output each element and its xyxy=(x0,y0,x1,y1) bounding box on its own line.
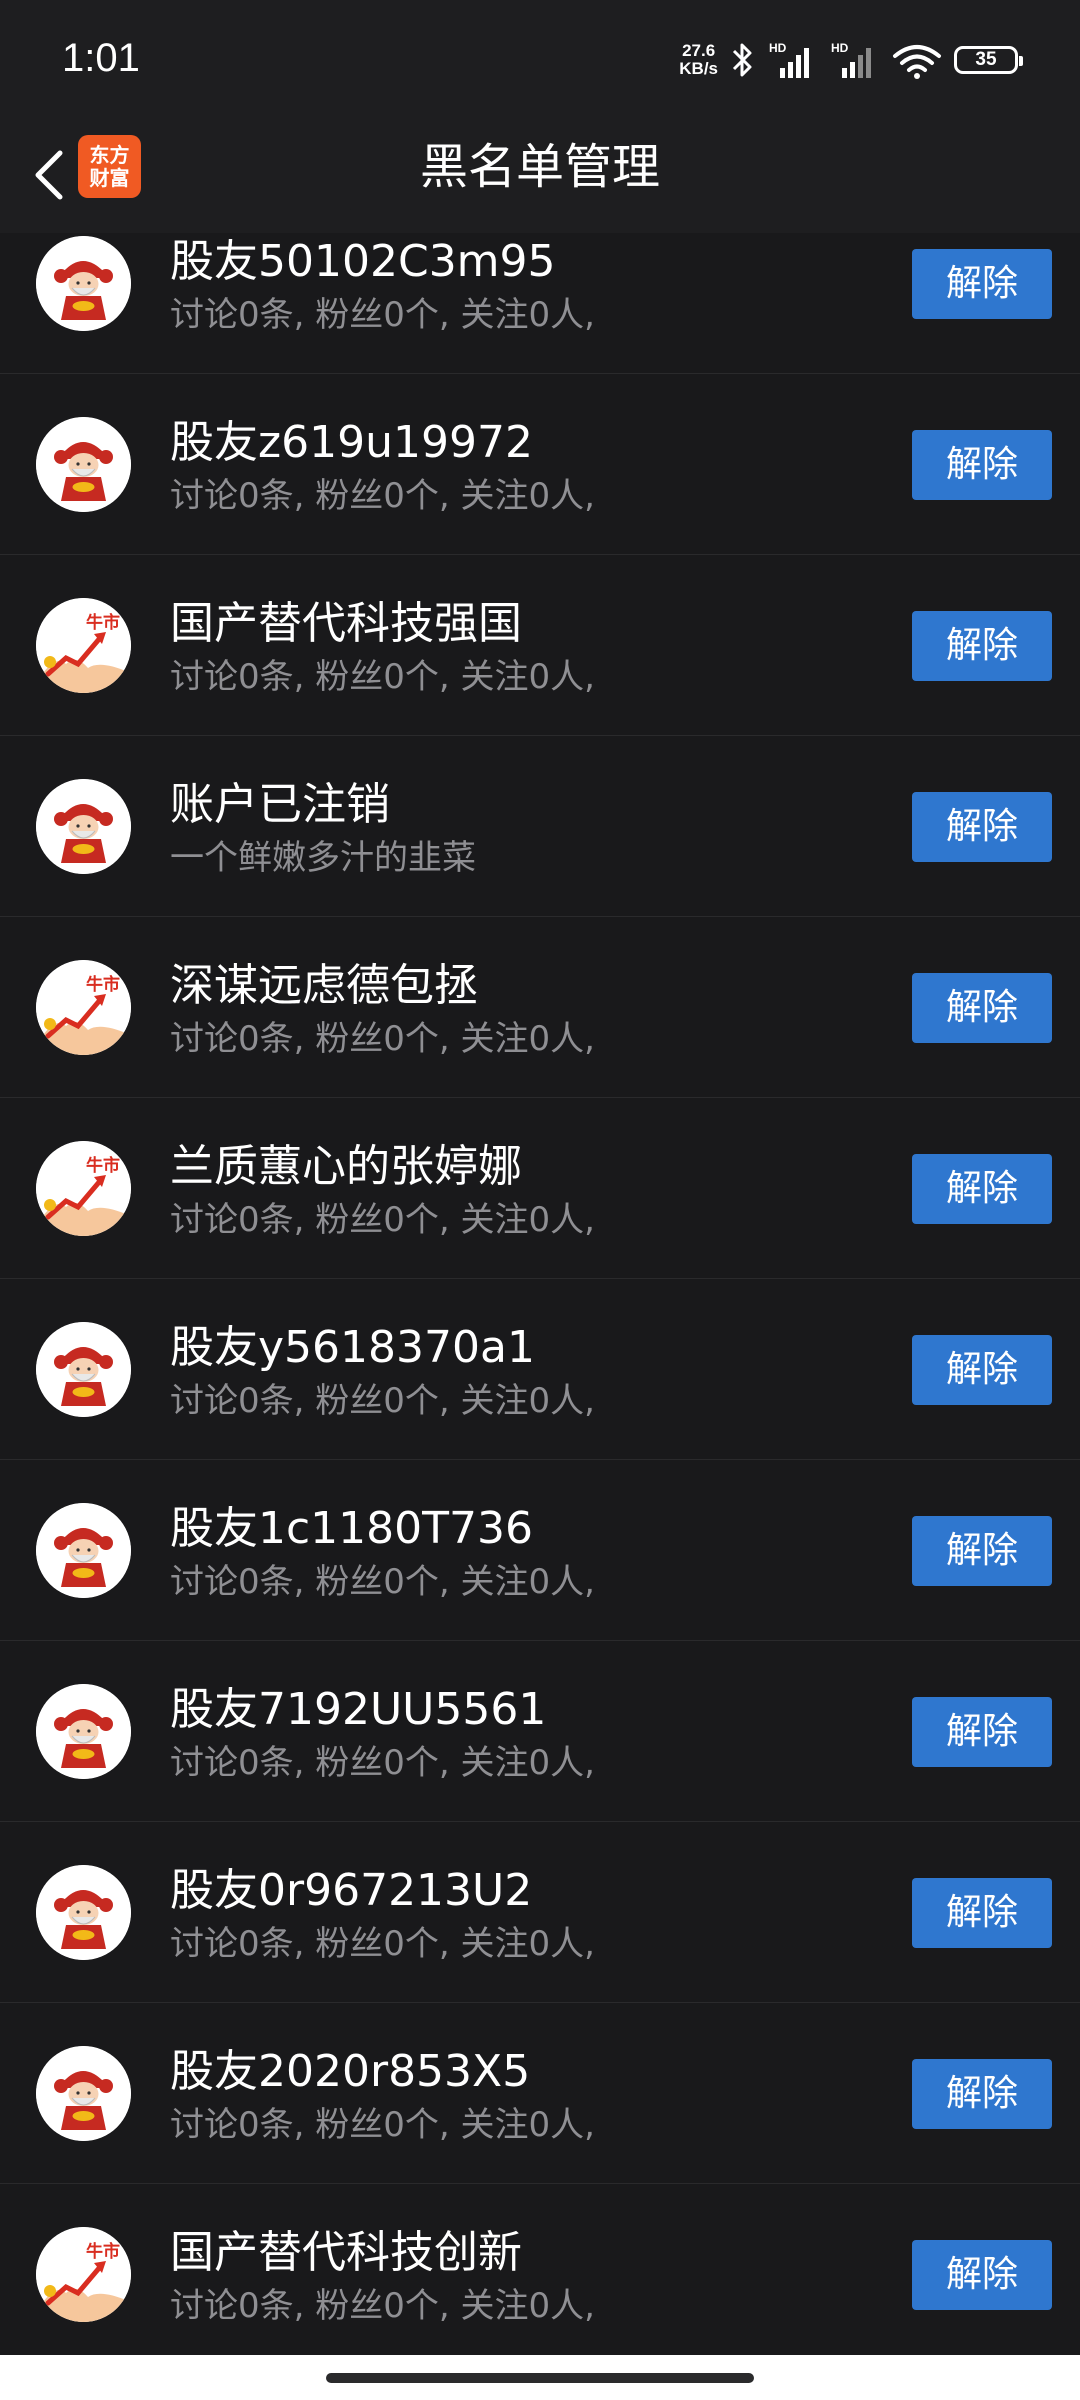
list-item: 股友2020r853X5 讨论0条, 粉丝0个, 关注0人, 解除 xyxy=(0,2003,1080,2184)
user-name[interactable]: 股友z619u19972 xyxy=(170,416,533,470)
network-speed-value: 27.6 xyxy=(682,41,716,60)
user-name[interactable]: 深谋远虑德包拯 xyxy=(170,959,478,1013)
user-name[interactable]: 股友0r967213U2 xyxy=(170,1864,532,1918)
network-speed-unit: KB/s xyxy=(679,59,718,78)
list-item: 牛市 国产替代科技强国 讨论0条, 粉丝0个, 关注0人, 解除 xyxy=(0,555,1080,736)
signal-hd-icon: HD xyxy=(830,40,880,80)
app-logo-line2: 财富 xyxy=(89,165,130,190)
app-logo-line1: 东方 xyxy=(89,142,130,167)
user-stats: 讨论0条, 粉丝0个, 关注0人, xyxy=(170,1019,595,1059)
network-speed: 27.6 KB/s xyxy=(679,42,718,78)
status-time: 1:01 xyxy=(62,36,140,80)
list-item: 股友1c1180T736 讨论0条, 粉丝0个, 关注0人, 解除 xyxy=(0,1460,1080,1641)
unblock-button[interactable]: 解除 xyxy=(912,1154,1052,1224)
user-name[interactable]: 国产替代科技创新 xyxy=(170,2226,522,2280)
unblock-button[interactable]: 解除 xyxy=(912,2059,1052,2129)
user-stats: 讨论0条, 粉丝0个, 关注0人, xyxy=(170,2286,595,2326)
page-title: 黑名单管理 xyxy=(419,139,660,195)
unblock-button[interactable]: 解除 xyxy=(912,1697,1052,1767)
wifi-icon xyxy=(892,40,942,80)
fortune-god-avatar[interactable] xyxy=(36,779,131,874)
header: 黑名单管理 东方 财富 xyxy=(0,125,1080,233)
battery-icon: 35 xyxy=(954,46,1023,74)
list-item: 牛市 深谋远虑德包拯 讨论0条, 粉丝0个, 关注0人, 解除 xyxy=(0,917,1080,1098)
user-name[interactable]: 股友1c1180T736 xyxy=(170,1502,533,1556)
user-name[interactable]: 股友2020r853X5 xyxy=(170,2045,530,2099)
user-stats: 讨论0条, 粉丝0个, 关注0人, xyxy=(170,2105,595,2145)
unblock-button[interactable]: 解除 xyxy=(912,249,1052,319)
fortune-god-avatar[interactable] xyxy=(36,1322,131,1417)
list-item: 账户已注销 一个鲜嫩多汁的韭菜 解除 xyxy=(0,736,1080,917)
user-name[interactable]: 国产替代科技强国 xyxy=(170,597,522,651)
svg-text:牛市: 牛市 xyxy=(86,974,120,995)
bull-market-avatar[interactable]: 牛市 xyxy=(36,2227,131,2322)
bull-market-avatar[interactable]: 牛市 xyxy=(36,598,131,693)
user-stats: 讨论0条, 粉丝0个, 关注0人, xyxy=(170,295,595,335)
user-stats: 讨论0条, 粉丝0个, 关注0人, xyxy=(170,1743,595,1783)
app-logo: 东方 财富 xyxy=(78,135,141,198)
unblock-button[interactable]: 解除 xyxy=(912,973,1052,1043)
unblock-button[interactable]: 解除 xyxy=(912,1516,1052,1586)
user-name[interactable]: 股友7192UU5561 xyxy=(170,1683,546,1737)
fortune-god-avatar[interactable] xyxy=(36,236,131,331)
user-stats: 讨论0条, 粉丝0个, 关注0人, xyxy=(170,1200,595,1240)
bluetooth-icon xyxy=(730,41,756,79)
bull-market-avatar[interactable]: 牛市 xyxy=(36,1141,131,1236)
user-stats: 讨论0条, 粉丝0个, 关注0人, xyxy=(170,1924,595,1964)
user-stats: 讨论0条, 粉丝0个, 关注0人, xyxy=(170,1562,595,1602)
chevron-left-icon xyxy=(30,147,66,207)
unblock-button[interactable]: 解除 xyxy=(912,792,1052,862)
list-item: 股友50102C3m95 讨论0条, 粉丝0个, 关注0人, 解除 xyxy=(0,233,1080,374)
svg-text:HD: HD xyxy=(769,41,787,55)
list-item: 股友y5618370a1 讨论0条, 粉丝0个, 关注0人, 解除 xyxy=(0,1279,1080,1460)
svg-text:HD: HD xyxy=(831,41,849,55)
user-name[interactable]: 股友50102C3m95 xyxy=(170,235,556,289)
signal-hd-icon: HD xyxy=(768,40,818,80)
user-name[interactable]: 账户已注销 xyxy=(170,778,390,832)
unblock-button[interactable]: 解除 xyxy=(912,2240,1052,2310)
user-stats: 一个鲜嫩多汁的韭菜 xyxy=(170,838,476,878)
status-icons: 27.6 KB/s HD HD 35 xyxy=(679,36,1023,84)
list-item: 牛市 兰质蕙心的张婷娜 讨论0条, 粉丝0个, 关注0人, 解除 xyxy=(0,1098,1080,1279)
blacklist[interactable]: 股友50102C3m95 讨论0条, 粉丝0个, 关注0人, 解除 股友z619… xyxy=(0,233,1080,2355)
fortune-god-avatar[interactable] xyxy=(36,417,131,512)
list-item: 股友z619u19972 讨论0条, 粉丝0个, 关注0人, 解除 xyxy=(0,374,1080,555)
user-stats: 讨论0条, 粉丝0个, 关注0人, xyxy=(170,476,595,516)
screen: 1:01 27.6 KB/s HD HD 35 黑名单管理 东方 财富 股友50… xyxy=(0,0,1080,2400)
svg-text:牛市: 牛市 xyxy=(86,1155,120,1176)
navigation-bar xyxy=(0,2355,1080,2400)
unblock-button[interactable]: 解除 xyxy=(912,1878,1052,1948)
user-stats: 讨论0条, 粉丝0个, 关注0人, xyxy=(170,657,595,697)
svg-text:牛市: 牛市 xyxy=(86,2241,120,2262)
unblock-button[interactable]: 解除 xyxy=(912,1335,1052,1405)
blacklist-items: 股友50102C3m95 讨论0条, 粉丝0个, 关注0人, 解除 股友z619… xyxy=(0,233,1080,2355)
unblock-button[interactable]: 解除 xyxy=(912,611,1052,681)
status-bar: 1:01 27.6 KB/s HD HD 35 xyxy=(0,0,1080,125)
fortune-god-avatar[interactable] xyxy=(36,1865,131,1960)
fortune-god-avatar[interactable] xyxy=(36,2046,131,2141)
svg-text:牛市: 牛市 xyxy=(86,612,120,633)
back-button[interactable] xyxy=(18,141,78,213)
home-indicator[interactable] xyxy=(326,2373,754,2383)
list-item: 股友0r967213U2 讨论0条, 粉丝0个, 关注0人, 解除 xyxy=(0,1822,1080,2003)
user-name[interactable]: 股友y5618370a1 xyxy=(170,1321,535,1375)
fortune-god-avatar[interactable] xyxy=(36,1684,131,1779)
list-item: 牛市 国产替代科技创新 讨论0条, 粉丝0个, 关注0人, 解除 xyxy=(0,2184,1080,2355)
unblock-button[interactable]: 解除 xyxy=(912,430,1052,500)
list-item: 股友7192UU5561 讨论0条, 粉丝0个, 关注0人, 解除 xyxy=(0,1641,1080,1822)
user-stats: 讨论0条, 粉丝0个, 关注0人, xyxy=(170,1381,595,1421)
user-name[interactable]: 兰质蕙心的张婷娜 xyxy=(170,1140,522,1194)
bull-market-avatar[interactable]: 牛市 xyxy=(36,960,131,1055)
fortune-god-avatar[interactable] xyxy=(36,1503,131,1598)
